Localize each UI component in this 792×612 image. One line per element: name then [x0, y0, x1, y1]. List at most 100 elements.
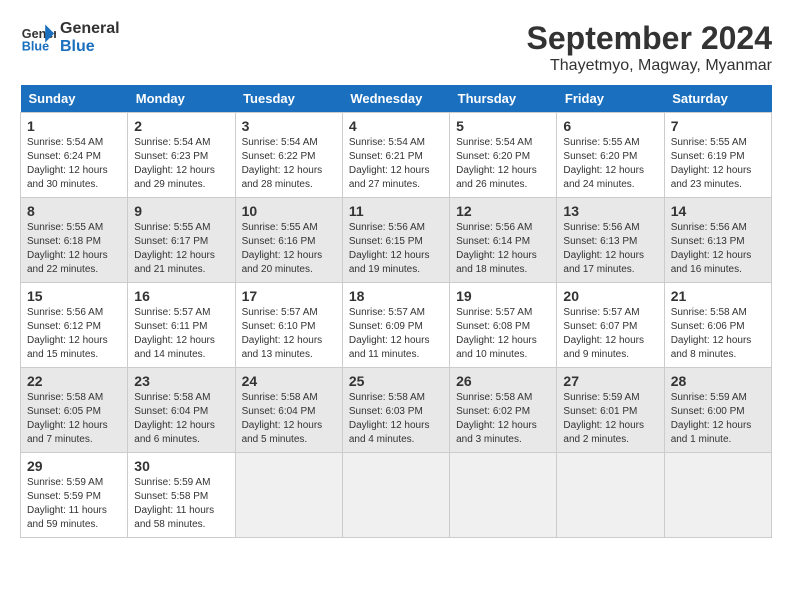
day-info: Sunrise: 5:54 AM Sunset: 6:22 PM Dayligh…	[242, 136, 336, 192]
list-item: 21 Sunrise: 5:58 AM Sunset: 6:06 PM Dayli…	[664, 283, 771, 368]
logo-line1: General	[60, 20, 120, 38]
day-info: Sunrise: 5:56 AM Sunset: 6:13 PM Dayligh…	[671, 221, 765, 277]
list-item: 28 Sunrise: 5:59 AM Sunset: 6:00 PM Dayli…	[664, 368, 771, 453]
col-saturday: Saturday	[664, 85, 771, 113]
calendar: Sunday Monday Tuesday Wednesday Thursday…	[20, 85, 772, 538]
list-item: 3 Sunrise: 5:54 AM Sunset: 6:22 PM Daylig…	[235, 113, 342, 198]
day-info: Sunrise: 5:56 AM Sunset: 6:15 PM Dayligh…	[349, 221, 443, 277]
col-sunday: Sunday	[21, 85, 128, 113]
day-number: 23	[134, 373, 228, 389]
day-info: Sunrise: 5:56 AM Sunset: 6:13 PM Dayligh…	[563, 221, 657, 277]
day-number: 3	[242, 118, 336, 134]
list-item: 23 Sunrise: 5:58 AM Sunset: 6:04 PM Dayli…	[128, 368, 235, 453]
day-number: 9	[134, 203, 228, 219]
list-item: 15Sunrise: 5:56 AM Sunset: 6:12 PM Dayli…	[21, 283, 128, 368]
day-info: Sunrise: 5:58 AM Sunset: 6:02 PM Dayligh…	[456, 391, 550, 447]
day-info: Sunrise: 5:58 AM Sunset: 6:04 PM Dayligh…	[134, 391, 228, 447]
day-info: Sunrise: 5:58 AM Sunset: 6:04 PM Dayligh…	[242, 391, 336, 447]
day-info: Sunrise: 5:55 AM Sunset: 6:20 PM Dayligh…	[563, 136, 657, 192]
list-item: 6 Sunrise: 5:55 AM Sunset: 6:20 PM Daylig…	[557, 113, 664, 198]
day-info: Sunrise: 5:54 AM Sunset: 6:20 PM Dayligh…	[456, 136, 550, 192]
day-number: 6	[563, 118, 657, 134]
list-item: 2 Sunrise: 5:54 AM Sunset: 6:23 PM Daylig…	[128, 113, 235, 198]
list-item	[664, 453, 771, 538]
location-title: Thayetmyo, Magway, Myanmar	[527, 57, 772, 75]
logo: General Blue General Blue	[20, 20, 120, 56]
day-info: Sunrise: 5:59 AM Sunset: 6:00 PM Dayligh…	[671, 391, 765, 447]
list-item: 26 Sunrise: 5:58 AM Sunset: 6:02 PM Dayli…	[450, 368, 557, 453]
day-number: 2	[134, 118, 228, 134]
list-item: 27Sunrise: 5:59 AM Sunset: 6:01 PM Dayli…	[557, 368, 664, 453]
list-item: 20 Sunrise: 5:57 AM Sunset: 6:07 PM Dayli…	[557, 283, 664, 368]
list-item: 7Sunrise: 5:55 AM Sunset: 6:19 PM Daylig…	[664, 113, 771, 198]
table-row: 22Sunrise: 5:58 AM Sunset: 6:05 PM Dayli…	[21, 368, 772, 453]
day-number: 21	[671, 288, 765, 304]
day-info: Sunrise: 5:57 AM Sunset: 6:09 PM Dayligh…	[349, 306, 443, 362]
list-item: 11Sunrise: 5:56 AM Sunset: 6:15 PM Dayli…	[342, 198, 449, 283]
list-item	[450, 453, 557, 538]
col-wednesday: Wednesday	[342, 85, 449, 113]
list-item: 24 Sunrise: 5:58 AM Sunset: 6:04 PM Dayli…	[235, 368, 342, 453]
logo-line2: Blue	[60, 38, 120, 56]
list-item: 25 Sunrise: 5:58 AM Sunset: 6:03 PM Dayli…	[342, 368, 449, 453]
day-number: 12	[456, 203, 550, 219]
day-number: 25	[349, 373, 443, 389]
list-item: 18 Sunrise: 5:57 AM Sunset: 6:09 PM Dayli…	[342, 283, 449, 368]
list-item: 5 Sunrise: 5:54 AM Sunset: 6:20 PM Daylig…	[450, 113, 557, 198]
list-item: 1 Sunrise: 5:54 AM Sunset: 6:24 PM Daylig…	[21, 113, 128, 198]
day-number: 24	[242, 373, 336, 389]
day-info: Sunrise: 5:54 AM Sunset: 6:23 PM Dayligh…	[134, 136, 228, 192]
day-number: 20	[563, 288, 657, 304]
table-row: 8 Sunrise: 5:55 AM Sunset: 6:18 PM Daylig…	[21, 198, 772, 283]
day-info: Sunrise: 5:55 AM Sunset: 6:19 PM Dayligh…	[671, 136, 765, 192]
day-info: Sunrise: 5:58 AM Sunset: 6:06 PM Dayligh…	[671, 306, 765, 362]
day-number: 26	[456, 373, 550, 389]
table-row: 29 Sunrise: 5:59 AM Sunset: 5:59 PM Dayli…	[21, 453, 772, 538]
header: General Blue General Blue September 2024…	[20, 20, 772, 75]
day-info: Sunrise: 5:57 AM Sunset: 6:07 PM Dayligh…	[563, 306, 657, 362]
day-info: Sunrise: 5:55 AM Sunset: 6:16 PM Dayligh…	[242, 221, 336, 277]
day-number: 19	[456, 288, 550, 304]
list-item: 10 Sunrise: 5:55 AM Sunset: 6:16 PM Dayli…	[235, 198, 342, 283]
day-number: 14	[671, 203, 765, 219]
day-number: 4	[349, 118, 443, 134]
day-number: 5	[456, 118, 550, 134]
day-number: 18	[349, 288, 443, 304]
col-friday: Friday	[557, 85, 664, 113]
day-info: Sunrise: 5:55 AM Sunset: 6:18 PM Dayligh…	[27, 221, 121, 277]
day-number: 8	[27, 203, 121, 219]
col-tuesday: Tuesday	[235, 85, 342, 113]
list-item: 4 Sunrise: 5:54 AM Sunset: 6:21 PM Daylig…	[342, 113, 449, 198]
list-item: 9 Sunrise: 5:55 AM Sunset: 6:17 PM Daylig…	[128, 198, 235, 283]
list-item	[342, 453, 449, 538]
list-item: 30Sunrise: 5:59 AM Sunset: 5:58 PM Dayli…	[128, 453, 235, 538]
logo-icon: General Blue	[20, 20, 56, 56]
day-number: 28	[671, 373, 765, 389]
list-item: 17Sunrise: 5:57 AM Sunset: 6:10 PM Dayli…	[235, 283, 342, 368]
list-item: 8 Sunrise: 5:55 AM Sunset: 6:18 PM Daylig…	[21, 198, 128, 283]
month-title: September 2024	[527, 20, 772, 57]
day-info: Sunrise: 5:54 AM Sunset: 6:24 PM Dayligh…	[27, 136, 121, 192]
list-item: 12 Sunrise: 5:56 AM Sunset: 6:14 PM Dayli…	[450, 198, 557, 283]
day-info: Sunrise: 5:56 AM Sunset: 6:14 PM Dayligh…	[456, 221, 550, 277]
table-row: 15Sunrise: 5:56 AM Sunset: 6:12 PM Dayli…	[21, 283, 772, 368]
list-item: 16Sunrise: 5:57 AM Sunset: 6:11 PM Dayli…	[128, 283, 235, 368]
day-number: 1	[27, 118, 121, 134]
col-monday: Monday	[128, 85, 235, 113]
list-item: 19Sunrise: 5:57 AM Sunset: 6:08 PM Dayli…	[450, 283, 557, 368]
day-number: 13	[563, 203, 657, 219]
day-number: 29	[27, 458, 121, 474]
list-item	[557, 453, 664, 538]
day-info: Sunrise: 5:54 AM Sunset: 6:21 PM Dayligh…	[349, 136, 443, 192]
day-number: 16	[134, 288, 228, 304]
day-number: 22	[27, 373, 121, 389]
col-thursday: Thursday	[450, 85, 557, 113]
day-info: Sunrise: 5:59 AM Sunset: 5:59 PM Dayligh…	[27, 476, 121, 532]
list-item: 13 Sunrise: 5:56 AM Sunset: 6:13 PM Dayli…	[557, 198, 664, 283]
day-info: Sunrise: 5:58 AM Sunset: 6:03 PM Dayligh…	[349, 391, 443, 447]
day-number: 27	[563, 373, 657, 389]
day-number: 17	[242, 288, 336, 304]
day-number: 10	[242, 203, 336, 219]
table-row: 1 Sunrise: 5:54 AM Sunset: 6:24 PM Daylig…	[21, 113, 772, 198]
day-info: Sunrise: 5:55 AM Sunset: 6:17 PM Dayligh…	[134, 221, 228, 277]
